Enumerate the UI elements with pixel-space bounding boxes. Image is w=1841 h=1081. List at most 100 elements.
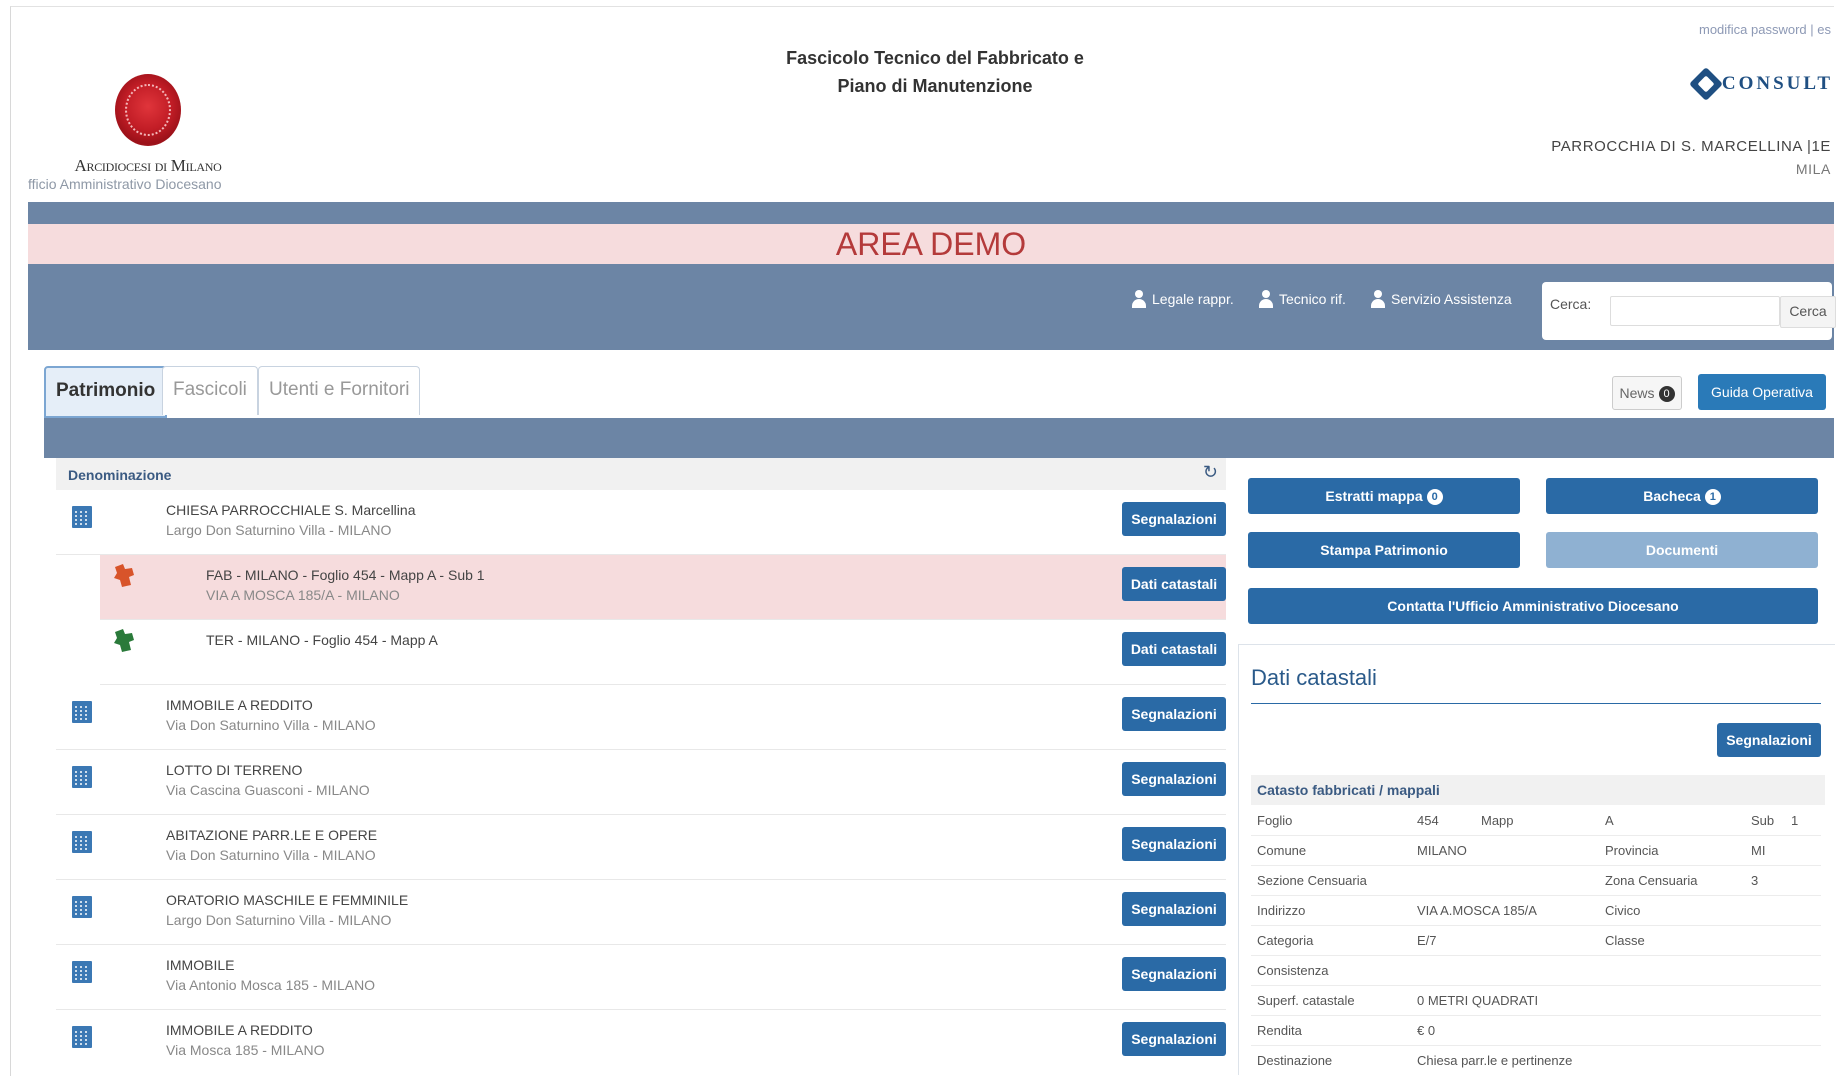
news-count-badge: 0 (1658, 386, 1675, 403)
field-label: Classe (1605, 933, 1645, 948)
bacheca-button[interactable]: Bacheca 1 (1546, 478, 1818, 514)
user-icon (1131, 290, 1147, 308)
field-label: Mapp (1481, 813, 1514, 828)
estratti-count-badge: 0 (1426, 489, 1443, 506)
field-label: Rendita (1257, 1023, 1302, 1038)
bacheca-label: Bacheca (1643, 488, 1701, 504)
building-icon (72, 896, 92, 918)
consult-mark-icon (1688, 67, 1723, 101)
list-header: Denominazione ↻ (56, 458, 1226, 490)
list-item[interactable]: IMMOBILE Via Antonio Mosca 185 - MILANO … (56, 945, 1226, 1010)
field-label: Indirizzo (1257, 903, 1306, 918)
search-input[interactable] (1610, 296, 1780, 326)
field-value: 454 (1417, 813, 1439, 828)
parcel-ter-icon (114, 629, 134, 652)
field-label: Civico (1605, 903, 1641, 918)
estratti-mappa-label: Estratti mappa (1325, 488, 1423, 504)
row-address: Largo Don Saturnino Villa - MILANO (166, 912, 392, 928)
parish-city: MILA (1795, 161, 1831, 177)
row-title: IMMOBILE (166, 957, 235, 973)
nav-assistenza-label: Servizio Assistenza (1391, 291, 1512, 307)
field-value: 1 (1791, 813, 1799, 828)
list-item[interactable]: CHIESA PARROCCHIALE S. Marcellina Largo … (56, 490, 1226, 555)
consult-logo: CONSULT (1688, 67, 1833, 101)
bacheca-count-badge: 1 (1704, 489, 1721, 506)
guide-button[interactable]: Guida Operativa (1698, 374, 1826, 410)
parish-name: PARROCCHIA DI S. MARCELLINA |1E (1551, 138, 1831, 155)
field-label: Superf. catastale (1257, 993, 1355, 1008)
row-address: VIA A MOSCA 185/A - MILANO (206, 587, 400, 603)
field-label: Comune (1257, 843, 1307, 858)
refresh-icon[interactable]: ↻ (1203, 462, 1218, 483)
search-button[interactable]: Cerca (1780, 296, 1836, 328)
segnalazioni-button[interactable]: Segnalazioni (1122, 762, 1226, 796)
org-name: Arcidiocesi di Milano (74, 156, 222, 175)
row-address: Via Antonio Mosca 185 - MILANO (166, 977, 376, 993)
stampa-patrimonio-button[interactable]: Stampa Patrimonio (1248, 532, 1520, 568)
column-denominazione[interactable]: Denominazione (68, 467, 171, 483)
top-links[interactable]: modifica password | es (1699, 22, 1831, 37)
field-value: A (1605, 813, 1614, 828)
search-label: Cerca: (1550, 296, 1592, 312)
nav-tecnico[interactable]: Tecnico rif. (1258, 290, 1346, 308)
row-title: CHIESA PARROCCHIALE S. Marcellina (166, 502, 416, 518)
segnalazioni-button[interactable]: Segnalazioni (1122, 697, 1226, 731)
row-title: ORATORIO MASCHILE E FEMMINILE (166, 892, 409, 908)
contatta-ufficio-button[interactable]: Contatta l'Ufficio Amministrativo Dioces… (1248, 588, 1818, 624)
user-icon (1370, 290, 1386, 308)
row-title: IMMOBILE A REDDITO (166, 697, 313, 713)
detail-row: Indirizzo VIA A.MOSCA 185/A Civico (1251, 895, 1821, 926)
tab-fascicoli[interactable]: Fascicoli (162, 366, 258, 415)
list-item[interactable]: ABITAZIONE PARR.LE E OPERE Via Don Satur… (56, 815, 1226, 880)
segnalazioni-button[interactable]: Segnalazioni (1122, 957, 1226, 991)
row-title: FAB - MILANO - Foglio 454 - Mapp A - Sub… (206, 567, 485, 583)
segnalazioni-button[interactable]: Segnalazioni (1122, 892, 1226, 926)
segnalazioni-button[interactable]: Segnalazioni (1122, 1022, 1226, 1056)
diocese-logo: Arcidiocesi di Milano (28, 74, 268, 176)
search-box: Cerca: Cerca (1542, 282, 1836, 340)
field-label: Destinazione (1257, 1053, 1333, 1068)
field-label: Categoria (1257, 933, 1314, 948)
list-item[interactable]: ORATORIO MASCHILE E FEMMINILE Largo Don … (56, 880, 1226, 945)
user-icon (1258, 290, 1274, 308)
row-address: Via Mosca 185 - MILANO (166, 1042, 325, 1058)
dati-catastali-button[interactable]: Dati catastali (1122, 567, 1226, 601)
estratti-mappa-button[interactable]: Estratti mappa 0 (1248, 478, 1520, 514)
list-item[interactable]: TER - MILANO - Foglio 454 - Mapp A Dati … (100, 620, 1226, 685)
field-label: Sub (1751, 813, 1775, 828)
tab-utenti-fornitori[interactable]: Utenti e Fornitori (258, 366, 421, 415)
list-item[interactable]: IMMOBILE A REDDITO Via Don Saturnino Vil… (56, 685, 1226, 750)
field-value: MILANO (1417, 843, 1467, 858)
diocese-seal-icon (115, 74, 181, 146)
field-label: Consistenza (1257, 963, 1329, 978)
detail-row: Destinazione Chiesa parr.le e pertinenze (1251, 1045, 1821, 1075)
panel-title: Dati catastali (1251, 665, 1377, 690)
demo-banner: AREA DEMO (28, 224, 1834, 264)
header-bar (28, 202, 1834, 224)
row-address: Via Don Saturnino Villa - MILANO (166, 717, 376, 733)
page-title-line1: Fascicolo Tecnico del Fabbricato e (786, 48, 1084, 68)
nav-assistenza[interactable]: Servizio Assistenza (1370, 290, 1512, 308)
documenti-button[interactable]: Documenti (1546, 532, 1818, 568)
dati-catastali-button[interactable]: Dati catastali (1122, 632, 1226, 666)
list-item[interactable]: IMMOBILE A REDDITO Via Mosca 185 - MILAN… (56, 1010, 1226, 1074)
list-item[interactable]: LOTTO DI TERRENO Via Cascina Guasconi - … (56, 750, 1226, 815)
detail-row: Categoria E/7 Classe (1251, 925, 1821, 956)
segnalazioni-button[interactable]: Segnalazioni (1122, 827, 1226, 861)
row-title: IMMOBILE A REDDITO (166, 1022, 313, 1038)
building-icon (72, 701, 92, 723)
sub-bar (44, 418, 1834, 458)
parcel-fab-icon (114, 564, 134, 587)
detail-row: Consistenza (1251, 955, 1821, 986)
page-title: Fascicolo Tecnico del Fabbricato e Piano… (700, 44, 1170, 100)
panel-segnalazioni-button[interactable]: Segnalazioni (1717, 723, 1821, 757)
section-header: Catasto fabbricati / mappali (1251, 775, 1825, 805)
field-value: E/7 (1417, 933, 1437, 948)
list-item-selected[interactable]: FAB - MILANO - Foglio 454 - Mapp A - Sub… (100, 555, 1226, 620)
news-button[interactable]: News 0 (1612, 376, 1682, 410)
org-office: fficio Amministrativo Diocesano (28, 176, 222, 192)
tab-patrimonio[interactable]: Patrimonio (44, 366, 168, 418)
segnalazioni-button[interactable]: Segnalazioni (1122, 502, 1226, 536)
nav-legale[interactable]: Legale rappr. (1131, 290, 1234, 308)
row-title: LOTTO DI TERRENO (166, 762, 303, 778)
